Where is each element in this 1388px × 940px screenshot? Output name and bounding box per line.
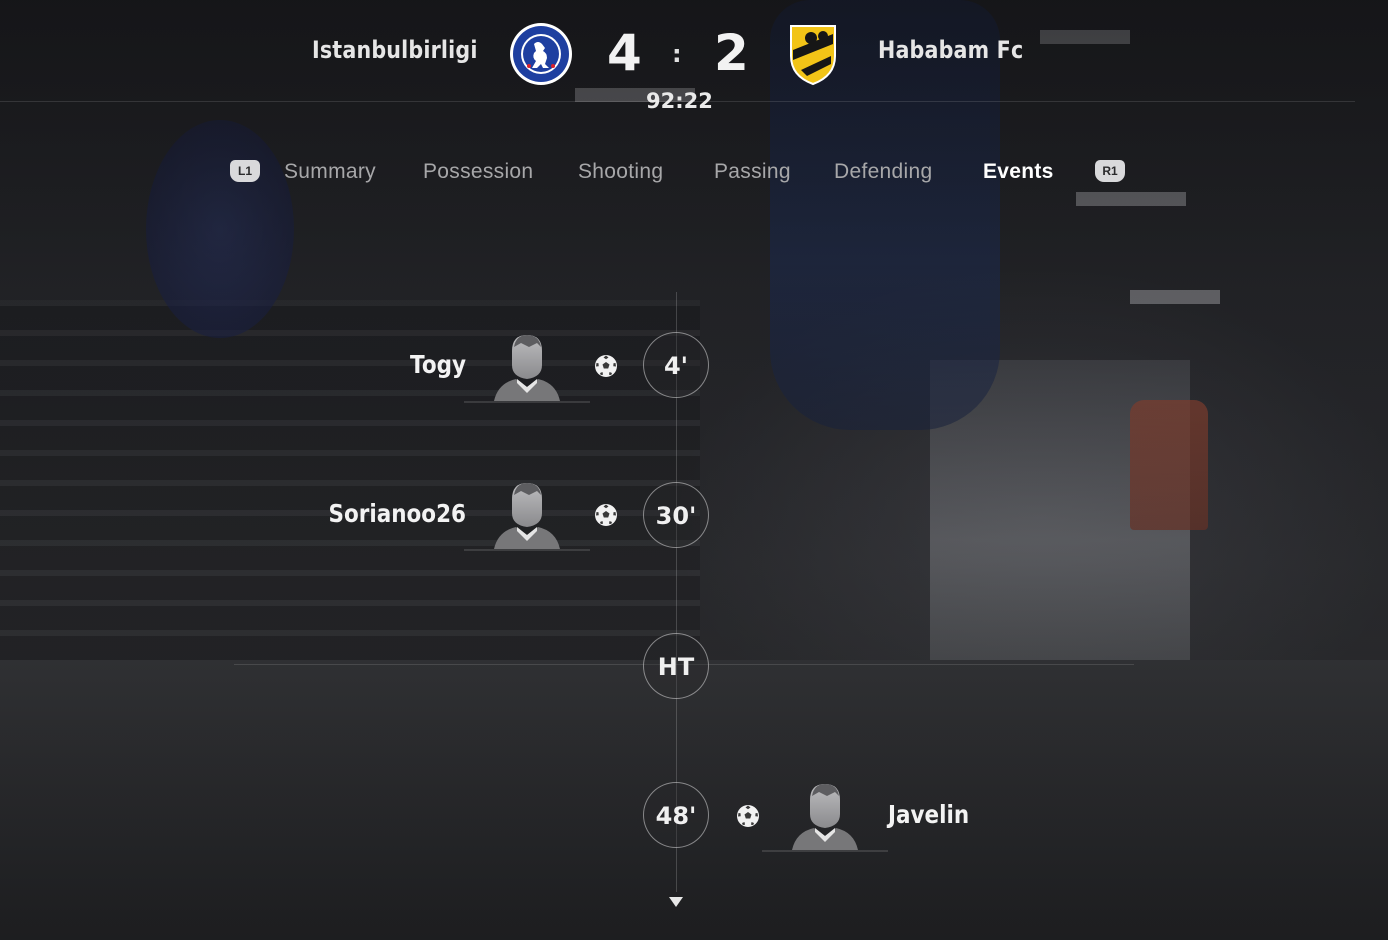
tab-events[interactable]: Events (983, 160, 1054, 184)
event-minute-badge: 30' (643, 482, 709, 548)
player-avatar-icon (464, 335, 590, 403)
shield-crest-icon (790, 25, 836, 86)
event-minute-badge: 48' (643, 782, 709, 848)
event-player-name: Sorianoo26 (328, 499, 466, 528)
away-team-name: Hababam Fc (878, 36, 1024, 64)
event-player-name: Javelin (888, 800, 970, 829)
l1-bumper-icon[interactable]: L1 (230, 160, 260, 182)
header-divider (0, 101, 1355, 102)
half-time-badge: HT (643, 633, 709, 699)
r1-bumper-icon[interactable]: R1 (1095, 160, 1125, 182)
tab-possession[interactable]: Possession (423, 160, 533, 184)
tab-passing[interactable]: Passing (714, 160, 791, 184)
chelsea-crest-icon (510, 23, 572, 85)
event-minute-badge: 4' (643, 332, 709, 398)
event-player-name: Togy (410, 350, 466, 379)
home-score: 4 (607, 24, 642, 82)
football-icon (595, 504, 617, 526)
player-avatar-icon (464, 483, 590, 551)
tab-defending[interactable]: Defending (834, 160, 932, 184)
score-separator: : (672, 40, 682, 68)
match-stats-screen: Istanbulbirligi 4 : 2 Hababam Fc 92:22 L… (0, 0, 1388, 940)
football-icon (737, 805, 759, 827)
football-icon (595, 355, 617, 377)
home-team-name: Istanbulbirligi (312, 36, 478, 64)
away-score: 2 (714, 24, 749, 82)
scroll-down-arrow-icon[interactable] (669, 897, 683, 907)
tab-shooting[interactable]: Shooting (578, 160, 663, 184)
player-avatar-icon (762, 784, 888, 852)
tab-summary[interactable]: Summary (284, 160, 376, 184)
